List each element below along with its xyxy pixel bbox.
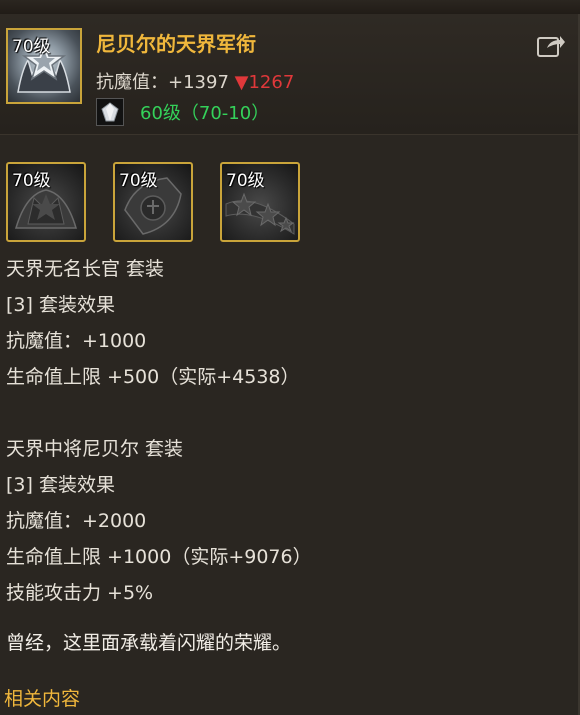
rank-insignia-icon: 70级 bbox=[6, 28, 82, 104]
set2-stat-hp: 生命值上限 +1000（实际+9076） bbox=[6, 546, 312, 568]
gem-icon bbox=[96, 98, 124, 126]
related-content-link[interactable]: 相关内容 bbox=[4, 684, 80, 711]
set1-stat-magic-resist: 抗魔值：+1000 bbox=[6, 330, 147, 352]
set-shoulder-icon[interactable]: 70级 bbox=[113, 162, 193, 242]
set1-title: 天界无名长官 套装 bbox=[6, 258, 165, 280]
set-icon-level-badge: 70级 bbox=[226, 171, 265, 191]
set-helmet-icon[interactable]: 70级 bbox=[6, 162, 86, 242]
set2-title: 天界中将尼贝尔 套装 bbox=[6, 438, 184, 460]
gem-level-text: 60级（70-10） bbox=[140, 103, 270, 124]
item-tooltip: 70级 尼贝尔的天界军衔 抗魔值：+1397 ▼1267 60级（70-10） bbox=[0, 14, 580, 715]
background-strip bbox=[0, 0, 580, 14]
item-name: 尼贝尔的天界军衔 bbox=[96, 32, 256, 56]
tooltip-header: 70级 尼贝尔的天界军衔 抗魔值：+1397 ▼1267 60级（70-10） bbox=[0, 14, 578, 135]
set1-stat-hp: 生命值上限 +500（实际+4538） bbox=[6, 366, 300, 388]
set-icon-level-badge: 70级 bbox=[119, 171, 158, 191]
set2-stat-skill-attack: 技能攻击力 +5% bbox=[6, 582, 154, 604]
item-level-badge: 70级 bbox=[12, 37, 51, 57]
flavor-text: 曾经，这里面承载着闪耀的荣耀。 bbox=[6, 632, 292, 654]
set-icon-level-badge: 70级 bbox=[12, 171, 51, 191]
set1-effect-header: [3] 套装效果 bbox=[6, 294, 115, 316]
item-stat: 抗魔值：+1397 ▼1267 bbox=[96, 68, 294, 94]
item-stat-change: ▼1267 bbox=[234, 72, 295, 93]
set2-stat-magic-resist: 抗魔值：+2000 bbox=[6, 510, 147, 532]
share-icon[interactable] bbox=[536, 32, 566, 58]
set-stars-icon[interactable]: 70级 bbox=[220, 162, 300, 242]
set2-effect-header: [3] 套装效果 bbox=[6, 474, 115, 496]
item-stat-label: 抗魔值：+1397 bbox=[96, 72, 229, 93]
